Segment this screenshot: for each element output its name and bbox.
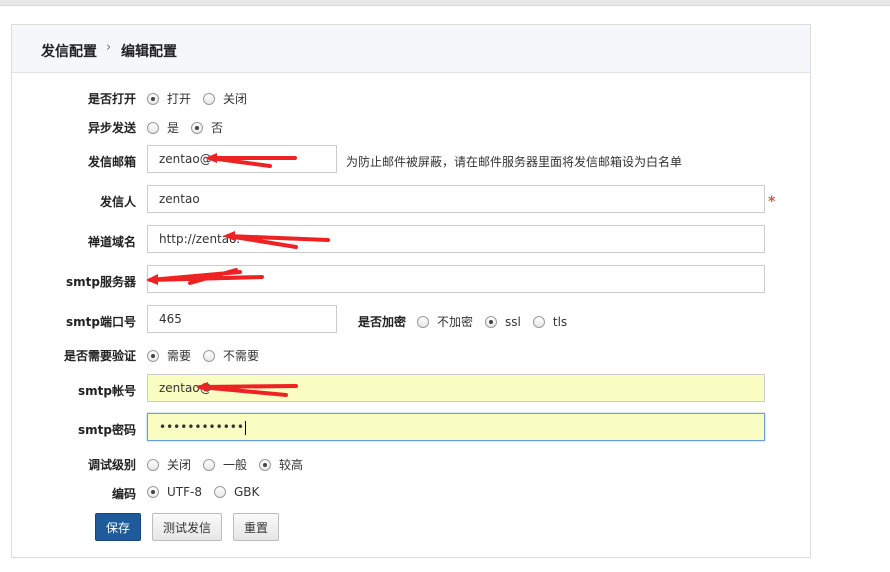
- enable-off-label[interactable]: 关闭: [223, 90, 247, 107]
- smtp-user-label: smtp帐号: [78, 384, 136, 398]
- async-no-label[interactable]: 否: [211, 119, 223, 136]
- text-caret: [244, 420, 246, 435]
- breadcrumb-section[interactable]: 发信配置: [41, 41, 97, 61]
- sender-name-label: 发信人: [99, 195, 136, 209]
- debug-off-label[interactable]: 关闭: [167, 456, 191, 473]
- encryption-tls-label[interactable]: tls: [553, 315, 567, 329]
- auth-label: 是否需要验证: [63, 349, 136, 363]
- required-mark: *: [768, 194, 776, 210]
- debug-high-label[interactable]: 较高: [279, 456, 303, 473]
- encryption-ssl-radio[interactable]: [485, 315, 498, 328]
- charset-label: 编码: [111, 487, 136, 501]
- smtp-host-input[interactable]: [147, 265, 765, 293]
- encryption-label: 是否加密: [357, 315, 406, 329]
- debug-radio-group: 关闭 一般 较高: [147, 456, 315, 473]
- enable-on-label[interactable]: 打开: [167, 90, 191, 107]
- async-label: 异步发送: [87, 121, 136, 135]
- enable-label: 是否打开: [87, 92, 136, 106]
- encryption-none-radio[interactable]: [417, 315, 429, 328]
- async-yes-label[interactable]: 是: [167, 119, 179, 136]
- encryption-ssl-label[interactable]: ssl: [505, 315, 521, 329]
- auth-yes-radio[interactable]: [147, 349, 159, 362]
- charset-utf8-label[interactable]: UTF-8: [167, 485, 202, 499]
- domain-input[interactable]: http://zentao.: [147, 225, 765, 253]
- auth-no-label[interactable]: 不需要: [223, 347, 259, 364]
- enable-on-radio[interactable]: [147, 92, 159, 105]
- smtp-user-input[interactable]: zentao@: [147, 374, 765, 402]
- smtp-port-label: smtp端口号: [66, 315, 136, 329]
- smtp-host-label: smtp服务器: [66, 275, 136, 289]
- debug-normal-label[interactable]: 一般: [223, 456, 247, 473]
- sender-email-hint: 为防止邮件被屏蔽，请在邮件服务器里面将发信邮箱设为白名单: [346, 155, 683, 169]
- debug-label: 调试级别: [87, 458, 136, 472]
- async-radio-group: 是 否: [147, 119, 235, 136]
- debug-normal-radio[interactable]: [203, 458, 216, 471]
- sender-email-label: 发信邮箱: [87, 155, 136, 169]
- encryption-radio-group: 不加密 ssl tls: [417, 313, 579, 330]
- top-bar: [0, 0, 890, 6]
- encryption-tls-radio[interactable]: [532, 315, 545, 328]
- reset-button[interactable]: 重置: [233, 513, 279, 541]
- smtp-password-label: smtp密码: [78, 423, 136, 437]
- charset-gbk-label[interactable]: GBK: [234, 485, 259, 499]
- charset-utf8-radio[interactable]: [147, 486, 159, 498]
- test-send-button[interactable]: 测试发信: [152, 513, 222, 541]
- enable-radio-group: 打开 关闭: [147, 90, 259, 107]
- auth-radio-group: 需要 不需要: [147, 347, 271, 364]
- debug-high-radio[interactable]: [259, 458, 272, 471]
- debug-off-radio[interactable]: [147, 458, 159, 471]
- enable-off-radio[interactable]: [203, 92, 216, 105]
- smtp-password-value: ••••••••••••: [159, 420, 244, 434]
- auth-no-radio[interactable]: [203, 349, 216, 362]
- encryption-none-label[interactable]: 不加密: [437, 313, 473, 330]
- charset-radio-group: UTF-8 GBK: [147, 485, 271, 499]
- async-no-radio[interactable]: [191, 121, 204, 134]
- save-button[interactable]: 保存: [95, 513, 141, 541]
- auth-yes-label[interactable]: 需要: [167, 347, 191, 364]
- breadcrumb-page: 编辑配置: [121, 44, 177, 60]
- sender-email-input[interactable]: zentao@: [147, 145, 337, 173]
- domain-label: 禅道域名: [87, 235, 136, 249]
- panel-header: 发信配置 › 编辑配置: [12, 25, 810, 73]
- charset-gbk-radio[interactable]: [213, 486, 226, 498]
- breadcrumb-separator: ›: [106, 40, 112, 55]
- smtp-password-input[interactable]: ••••••••••••: [147, 413, 765, 441]
- async-yes-radio[interactable]: [147, 121, 159, 134]
- sender-name-input[interactable]: zentao: [147, 185, 765, 213]
